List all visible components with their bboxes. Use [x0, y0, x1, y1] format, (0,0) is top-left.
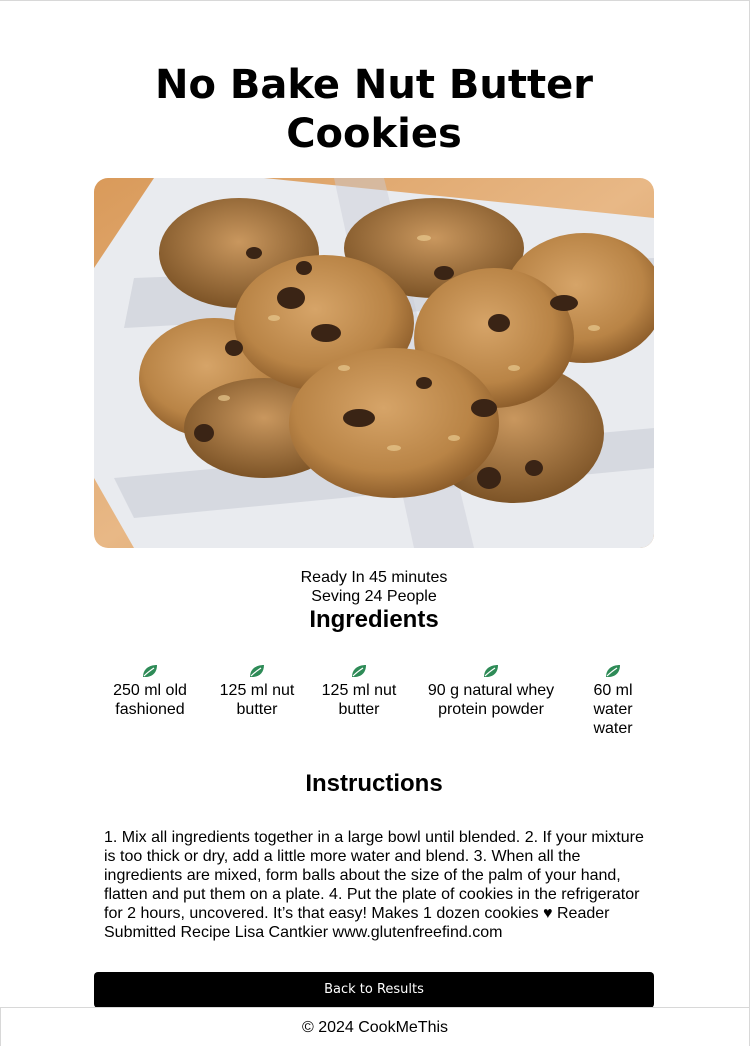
- ingredient-item: 125 ml nut butter: [217, 664, 297, 738]
- leaf-icon: [606, 665, 620, 677]
- recipe-page: No Bake Nut Butter Cookies Ready In 45 m…: [0, 0, 750, 1046]
- recipe-photo: [94, 178, 654, 548]
- ingredient-text: 60 ml water water: [593, 682, 633, 737]
- ingredients-heading: Ingredients: [309, 606, 439, 633]
- ingredient-text: 90 g natural whey protein powder: [427, 682, 555, 718]
- ready-in-text: Ready In 45 minutes: [300, 569, 448, 586]
- instructions-text: 1. Mix all ingredients together in a lar…: [104, 829, 644, 941]
- ingredient-item: 60 ml water water: [583, 664, 643, 738]
- ingredient-item: 125 ml nut butter: [319, 664, 399, 738]
- footer-copyright: © 2024 CookMeThis: [301, 1019, 449, 1036]
- ingredient-text: 125 ml nut butter: [219, 682, 295, 718]
- footer: © 2024 CookMeThis: [0, 1007, 749, 1046]
- back-to-results-button[interactable]: Back to Results: [94, 972, 654, 1008]
- recipe-meta: Ready In 45 minutes Seving 24 People: [94, 568, 654, 606]
- ingredient-item: 90 g natural whey protein powder: [421, 664, 561, 738]
- leaf-icon: [250, 665, 264, 677]
- servings-text: Seving 24 People: [311, 588, 437, 605]
- ingredient-item: 250 ml old fashioned: [105, 664, 195, 738]
- leaf-icon: [143, 665, 157, 677]
- ingredient-text: 250 ml old fashioned: [113, 682, 187, 718]
- ingredient-text: 125 ml nut butter: [321, 682, 397, 718]
- recipe-image: [94, 178, 654, 548]
- ingredients-list: 250 ml old fashioned 125 ml nut butter 1…: [94, 664, 654, 738]
- instructions-heading: Instructions: [305, 770, 443, 797]
- leaf-icon: [484, 665, 498, 677]
- leaf-icon: [352, 665, 366, 677]
- page-title: No Bake Nut Butter Cookies: [154, 62, 593, 157]
